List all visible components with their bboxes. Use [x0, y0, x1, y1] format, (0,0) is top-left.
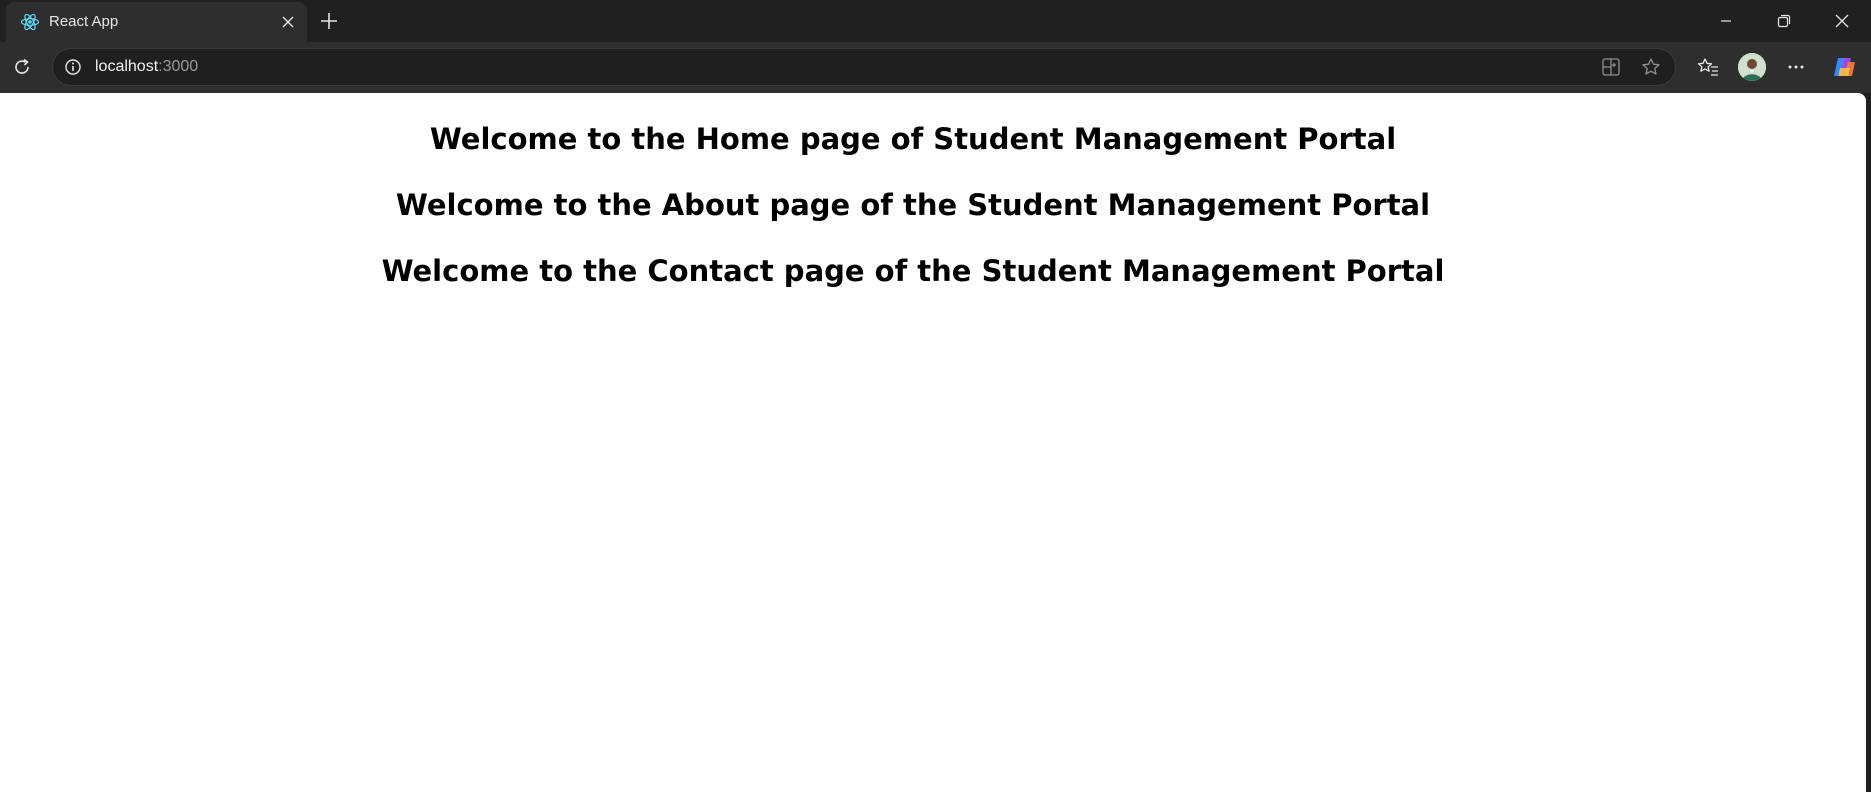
site-info-icon[interactable] — [63, 57, 83, 77]
restore-icon[interactable] — [1755, 0, 1813, 42]
page-viewport: Welcome to the Home page of Student Mana… — [0, 93, 1866, 792]
url-host: localhost — [95, 58, 159, 75]
tab-react-app[interactable]: React App — [6, 2, 307, 42]
browser-toolbar: localhost:3000 — [0, 42, 1871, 93]
new-tab-icon[interactable] — [316, 8, 342, 34]
home-heading: Welcome to the Home page of Student Mana… — [429, 122, 1397, 156]
window-controls — [1697, 0, 1871, 42]
contact-heading: Welcome to the Contact page of the Stude… — [381, 254, 1445, 288]
minimize-icon[interactable] — [1697, 0, 1755, 42]
browser-window: React App localhost:3000 Welcome to the … — [0, 0, 1871, 792]
address-bar[interactable]: localhost:3000 — [52, 48, 1676, 86]
tab-title: React App — [49, 13, 119, 30]
reload-icon[interactable] — [5, 50, 39, 84]
url-port: :3000 — [158, 58, 199, 75]
close-tab-icon[interactable] — [277, 11, 299, 33]
favorite-star-icon[interactable] — [1639, 55, 1663, 79]
tab-strip: React App — [0, 0, 1871, 42]
address-url[interactable]: localhost:3000 — [95, 57, 198, 77]
avatar — [1738, 53, 1766, 81]
favorites-icon[interactable] — [1691, 50, 1725, 84]
profile-button[interactable] — [1735, 50, 1769, 84]
react-logo-icon — [20, 12, 40, 32]
close-window-icon[interactable] — [1813, 0, 1871, 42]
more-options-icon[interactable] — [1779, 50, 1813, 84]
app-available-icon[interactable] — [1599, 55, 1623, 79]
about-heading: Welcome to the About page of the Student… — [395, 188, 1431, 222]
copilot-icon[interactable] — [1827, 50, 1861, 84]
